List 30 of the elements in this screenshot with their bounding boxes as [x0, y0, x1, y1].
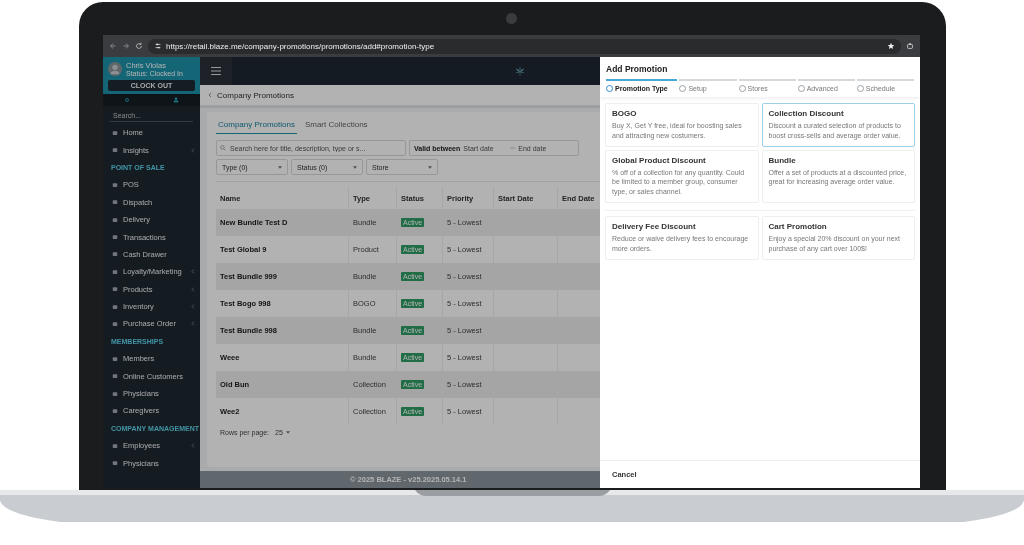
webcam — [506, 13, 517, 24]
caret-icon — [353, 165, 357, 169]
menu-icon — [210, 66, 222, 76]
url-text: https://retail.blaze.me/company-promotions/promotions/add#promotion-type — [166, 41, 436, 51]
caret-icon — [285, 431, 290, 434]
tab[interactable]: Smart Collections — [302, 118, 370, 134]
card-title: Cart Promotion — [768, 222, 828, 231]
forward-arrow-icon[interactable] — [122, 42, 130, 50]
card-title: BOGO — [612, 109, 638, 118]
star-icon[interactable] — [887, 42, 895, 50]
address-bar[interactable]: https://retail.blaze.me/company-promotions/promotions/add#promotion-type — [148, 38, 901, 54]
reload-icon[interactable] — [135, 42, 143, 50]
menu-button[interactable] — [200, 57, 232, 85]
caret-icon — [278, 165, 282, 169]
avatar-icon — [108, 62, 122, 76]
caret-icon — [428, 165, 432, 169]
person-icon[interactable] — [172, 97, 179, 103]
card-title: Delivery Fee Discount — [612, 222, 697, 231]
back-arrow-icon[interactable] — [109, 42, 117, 50]
card-title: Collection Discount — [768, 109, 845, 118]
panel-title: Add Promotion — [606, 64, 669, 74]
gear-icon[interactable] — [124, 97, 131, 103]
tune-icon[interactable] — [154, 42, 162, 50]
search-icon — [220, 145, 226, 151]
card-title: Bundle — [768, 155, 797, 165]
chevron-left-icon[interactable] — [208, 92, 212, 98]
page-title: Company Promotions — [217, 90, 294, 100]
tab[interactable]: Company Promotions — [216, 118, 297, 134]
card-title: Global Product Discount — [612, 155, 707, 165]
extension-icon[interactable] — [906, 42, 914, 50]
